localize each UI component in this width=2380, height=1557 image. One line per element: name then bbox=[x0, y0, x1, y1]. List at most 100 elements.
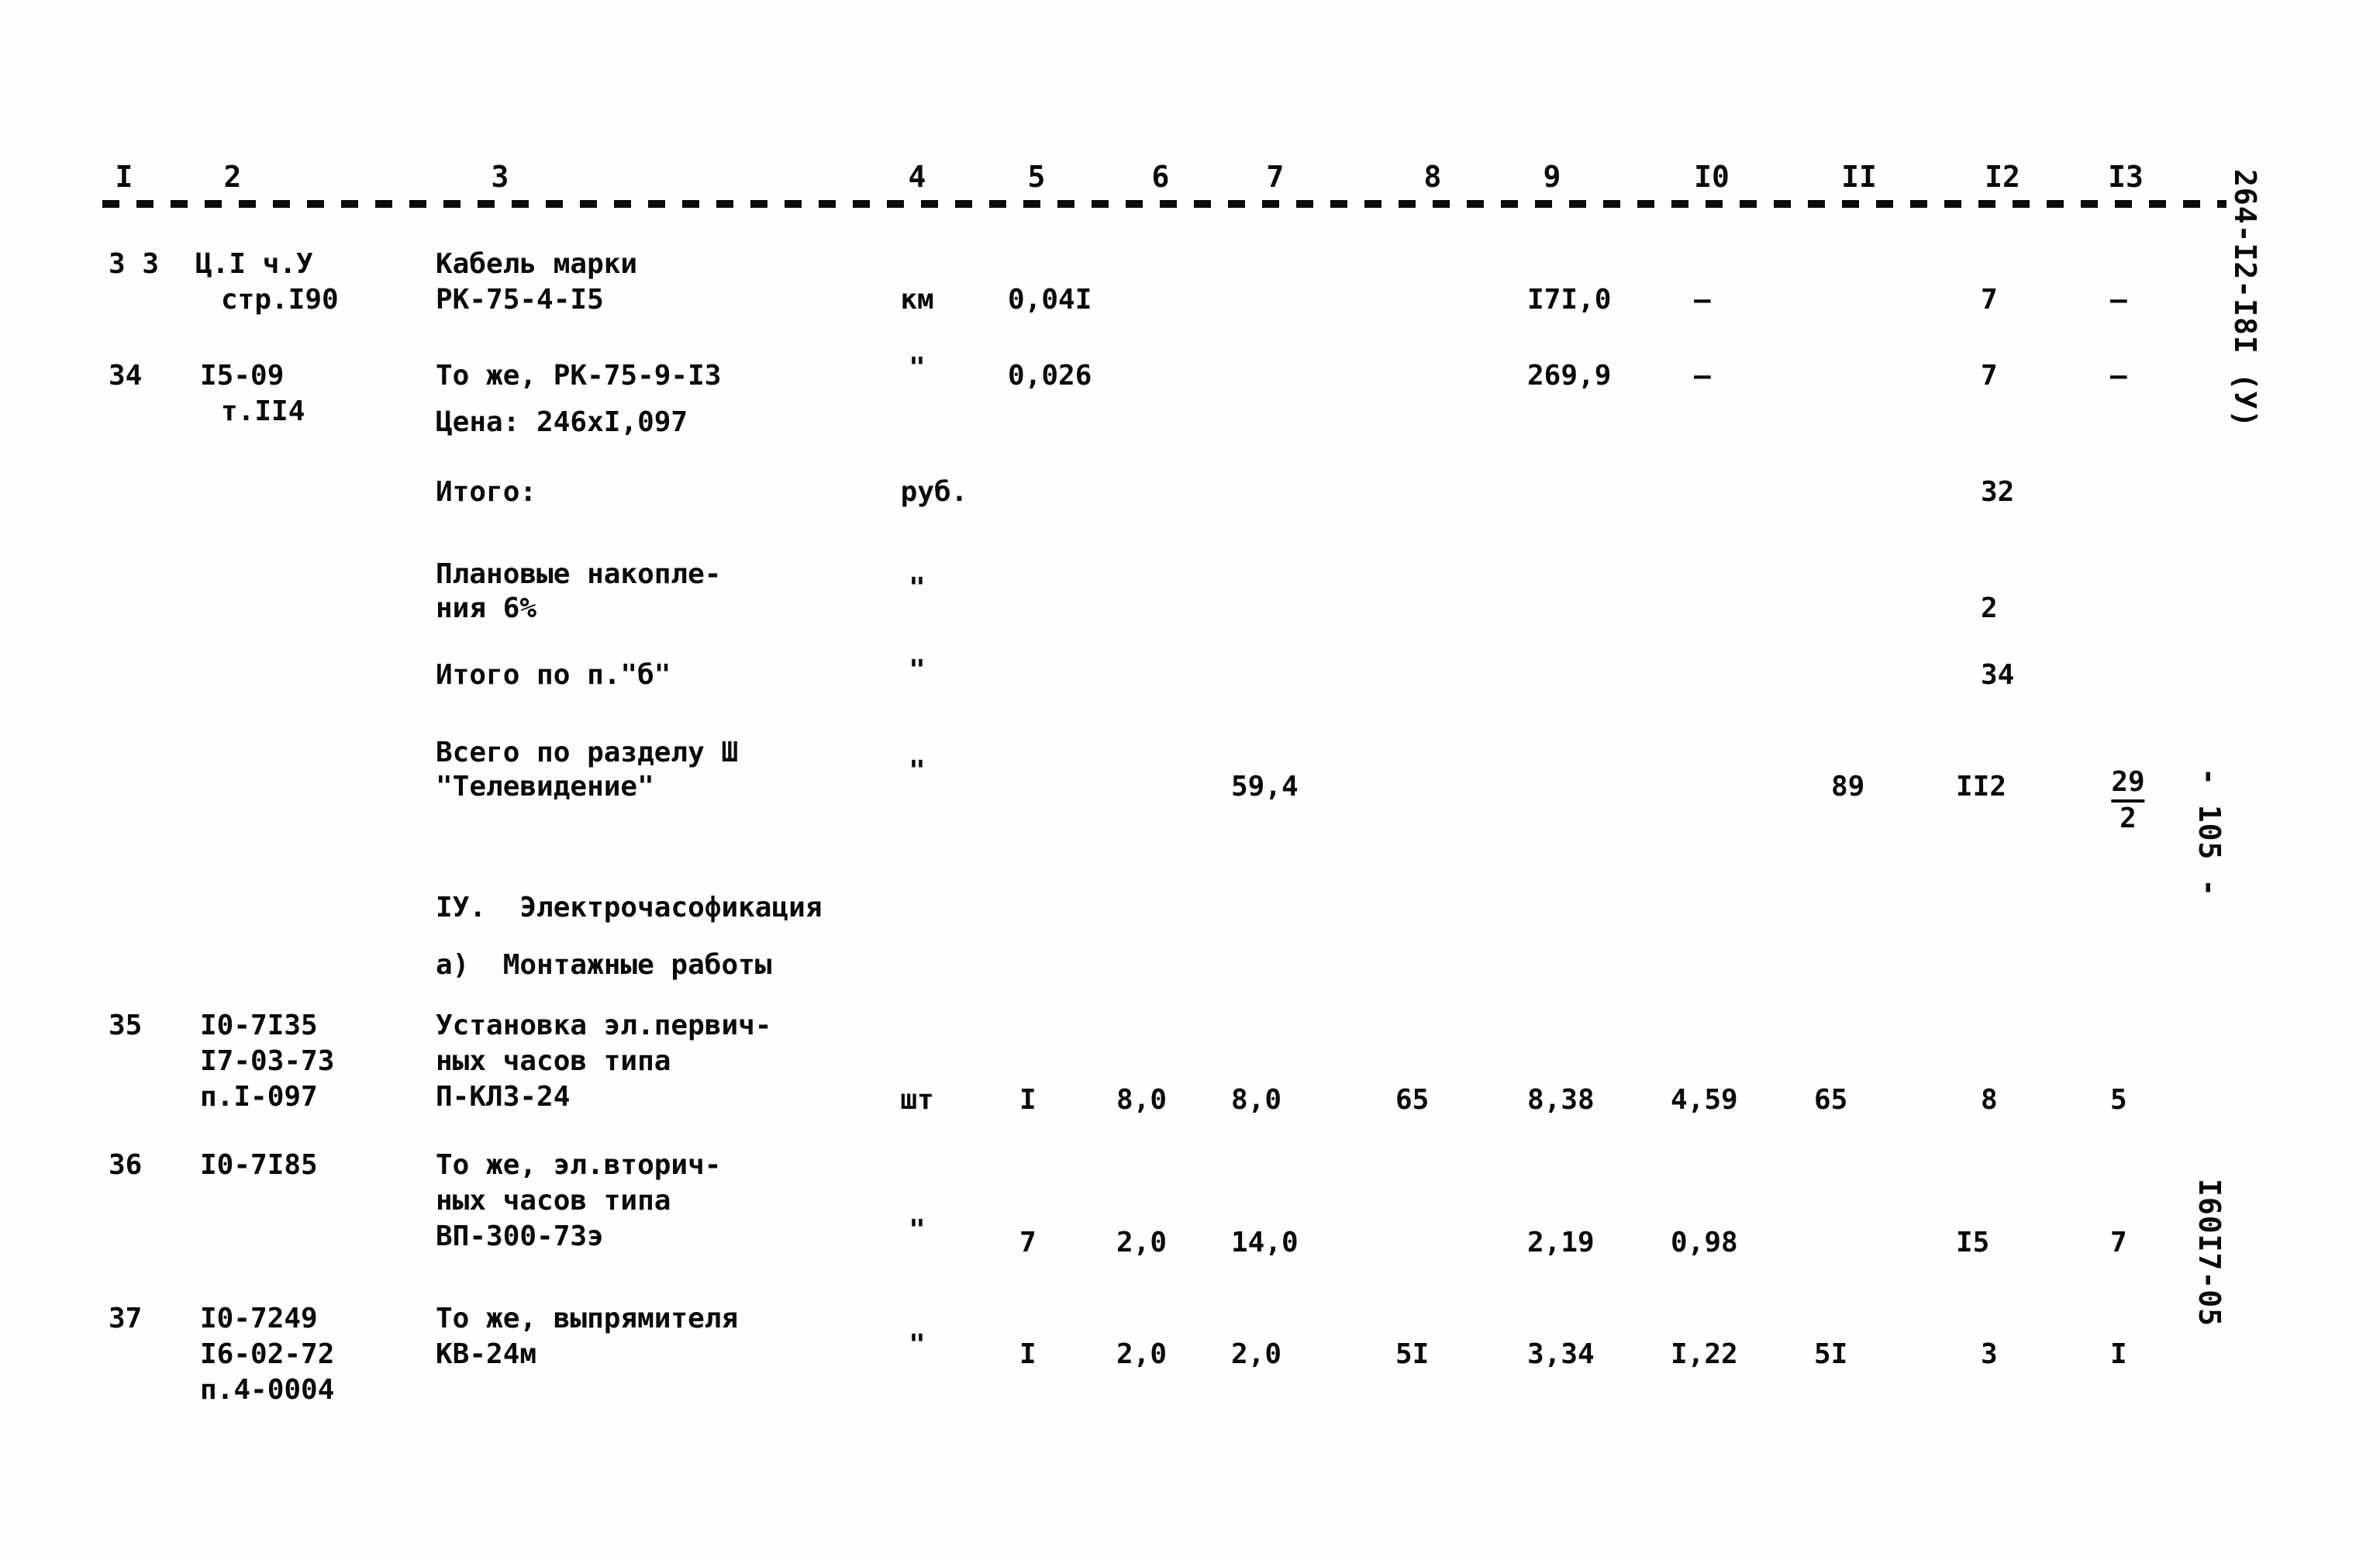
column-header-2: 2 bbox=[223, 160, 242, 194]
section-total-col7: 59,4 bbox=[1231, 771, 1299, 803]
table-row-35-col11: 65 bbox=[1814, 1084, 1848, 1116]
table-row-34-number: 34 bbox=[109, 360, 143, 392]
table-row-37-unit: " bbox=[909, 1329, 926, 1361]
column-header-1: I bbox=[115, 160, 133, 194]
chapter-title: ІУ. Электрочасофикация bbox=[436, 892, 823, 923]
column-header-12: I2 bbox=[1985, 160, 2020, 194]
table-row-36-col7: 14,0 bbox=[1231, 1227, 1299, 1258]
table-row-33-code-line-1: Ц.I ч.У bbox=[195, 248, 313, 280]
table-row-33-desc-line-1: Кабель марки bbox=[436, 248, 638, 280]
table-row-33-number: 3 3 bbox=[109, 248, 160, 280]
table-row-33-quantity: 0,04I bbox=[1008, 284, 1092, 316]
table-row-34-col10: – bbox=[1694, 360, 1711, 392]
column-header-6: 6 bbox=[1151, 160, 1170, 194]
column-header-9: 9 bbox=[1543, 160, 1561, 194]
table-row-37-col13: I bbox=[2110, 1338, 2127, 1370]
table-row-34-col13: – bbox=[2110, 360, 2127, 392]
table-row-35-desc-line-2: ных часов типа bbox=[436, 1045, 671, 1077]
table-row-37-code-line-3: п.4-0004 bbox=[200, 1374, 335, 1406]
fraction-denominator: 2 bbox=[2120, 803, 2137, 834]
table-row-37-desc-line-1: То же, выпрямителя bbox=[436, 1303, 739, 1334]
section-total-unit: " bbox=[909, 755, 926, 787]
table-row-34-col12: 7 bbox=[1981, 360, 1998, 392]
subtotal-itogo-unit: руб. bbox=[900, 476, 968, 508]
column-header-8: 8 bbox=[1423, 160, 1442, 194]
table-row-37-col9: 3,34 bbox=[1527, 1338, 1595, 1370]
table-row-36-desc-line-2: ных часов типа bbox=[436, 1185, 671, 1217]
subtotal-item-b-unit: " bbox=[909, 654, 926, 686]
table-row-33-col9: I7I,0 bbox=[1527, 284, 1612, 316]
table-row-34-desc-line-2: Цена: 246хI,097 bbox=[436, 406, 688, 438]
table-row-33-col13: – bbox=[2110, 284, 2127, 316]
subtotal-item-b-label: Итого по п."б" bbox=[436, 659, 671, 691]
table-row-34-desc-line-1: То же, РК-75-9-I3 bbox=[436, 360, 722, 392]
table-row-35-desc-line-3: П-КЛЗ-24 bbox=[436, 1081, 571, 1113]
table-row-37-col10: I,22 bbox=[1671, 1338, 1738, 1370]
section-total-col13-fraction: 29 2 bbox=[2111, 766, 2145, 835]
fraction-numerator: 29 bbox=[2111, 766, 2145, 803]
table-row-33-desc-line-2: РК-75-4-I5 bbox=[436, 284, 604, 316]
table-row-35-col8: 65 bbox=[1395, 1084, 1430, 1116]
table-row-37-col11: 5I bbox=[1814, 1338, 1848, 1370]
doc-code-top-margin: 264-I2-I8I (У) bbox=[2228, 169, 2262, 429]
table-row-37-col12: 3 bbox=[1981, 1338, 1998, 1370]
table-row-37-code-line-2: I6-02-72 bbox=[200, 1338, 335, 1370]
column-header-5: 5 bbox=[1027, 160, 1046, 194]
page-number-margin: - 105 - bbox=[2192, 768, 2227, 898]
column-header-11: II bbox=[1841, 160, 1877, 194]
table-row-37-desc-line-2: КВ-24м bbox=[436, 1338, 537, 1370]
section-total-label-line-2: "Телевидение" bbox=[436, 771, 654, 803]
header-separator-rule bbox=[102, 200, 2227, 208]
planned-savings-col12: 2 bbox=[1981, 592, 1998, 624]
section-total-col11: 89 bbox=[1831, 771, 1865, 803]
table-row-35-col6: 8,0 bbox=[1116, 1084, 1168, 1116]
subsection-title: а) Монтажные работы bbox=[436, 949, 772, 981]
table-row-35-col12: 8 bbox=[1981, 1084, 1998, 1116]
table-row-33-code-line-2: стр.I90 bbox=[221, 284, 339, 316]
table-row-35-code-line-2: I7-03-73 bbox=[200, 1045, 335, 1077]
column-header-4: 4 bbox=[908, 160, 926, 194]
subtotal-itogo-col12: 32 bbox=[1981, 476, 2015, 508]
table-row-35-unit: шт bbox=[900, 1084, 934, 1116]
table-row-36-quantity: 7 bbox=[1019, 1227, 1037, 1258]
table-row-35-code-line-3: п.I-097 bbox=[200, 1081, 318, 1113]
document-page: I 2 3 4 5 6 7 8 9 I0 II I2 I3 3 3 Ц.I ч.… bbox=[0, 0, 2380, 1557]
table-row-35-number: 35 bbox=[109, 1010, 143, 1041]
subtotal-item-b-col12: 34 bbox=[1981, 659, 2015, 691]
table-row-35-quantity: I bbox=[1019, 1084, 1037, 1116]
table-row-37-col8: 5I bbox=[1395, 1338, 1430, 1370]
subtotal-itogo-label: Итого: bbox=[436, 476, 537, 508]
table-row-37-number: 37 bbox=[109, 1303, 143, 1334]
table-row-34-code-line-2: т.II4 bbox=[221, 395, 305, 427]
table-row-37-col7: 2,0 bbox=[1231, 1338, 1282, 1370]
table-row-34-quantity: 0,026 bbox=[1008, 360, 1092, 392]
table-row-34-col9: 269,9 bbox=[1527, 360, 1612, 392]
column-header-13: I3 bbox=[2108, 160, 2144, 194]
table-row-34-code-line-1: I5-09 bbox=[200, 360, 285, 392]
planned-savings-unit: " bbox=[909, 572, 926, 604]
table-row-35-col7: 8,0 bbox=[1231, 1084, 1282, 1116]
table-row-36-code-line-1: I0-7I85 bbox=[200, 1149, 318, 1181]
table-row-34-unit: " bbox=[909, 352, 926, 384]
table-row-36-col9: 2,19 bbox=[1527, 1227, 1595, 1258]
table-row-36-col6: 2,0 bbox=[1116, 1227, 1168, 1258]
table-row-35-col9: 8,38 bbox=[1527, 1084, 1595, 1116]
column-header-7: 7 bbox=[1266, 160, 1285, 194]
table-row-37-col6: 2,0 bbox=[1116, 1338, 1168, 1370]
planned-savings-label-line-2: ния 6% bbox=[436, 592, 537, 624]
column-header-3: 3 bbox=[491, 160, 509, 194]
table-row-36-desc-line-3: ВП-300-73э bbox=[436, 1220, 604, 1252]
table-row-36-desc-line-1: То же, эл.вторич- bbox=[436, 1149, 722, 1181]
table-row-36-col10: 0,98 bbox=[1671, 1227, 1738, 1258]
table-row-35-col13: 5 bbox=[2110, 1084, 2127, 1116]
table-row-35-code-line-1: I0-7I35 bbox=[200, 1010, 318, 1041]
table-row-33-col12: 7 bbox=[1981, 284, 1998, 316]
section-total-label-line-1: Всего по разделу Ш bbox=[436, 737, 739, 768]
table-row-35-col10: 4,59 bbox=[1671, 1084, 1738, 1116]
table-row-36-col12: I5 bbox=[1956, 1227, 1990, 1258]
table-row-36-number: 36 bbox=[109, 1149, 143, 1181]
section-total-col12: II2 bbox=[1956, 771, 2007, 803]
table-row-36-unit: " bbox=[909, 1214, 926, 1246]
table-row-33-unit: км bbox=[900, 284, 934, 316]
table-row-37-code-line-1: I0-7249 bbox=[200, 1303, 318, 1334]
